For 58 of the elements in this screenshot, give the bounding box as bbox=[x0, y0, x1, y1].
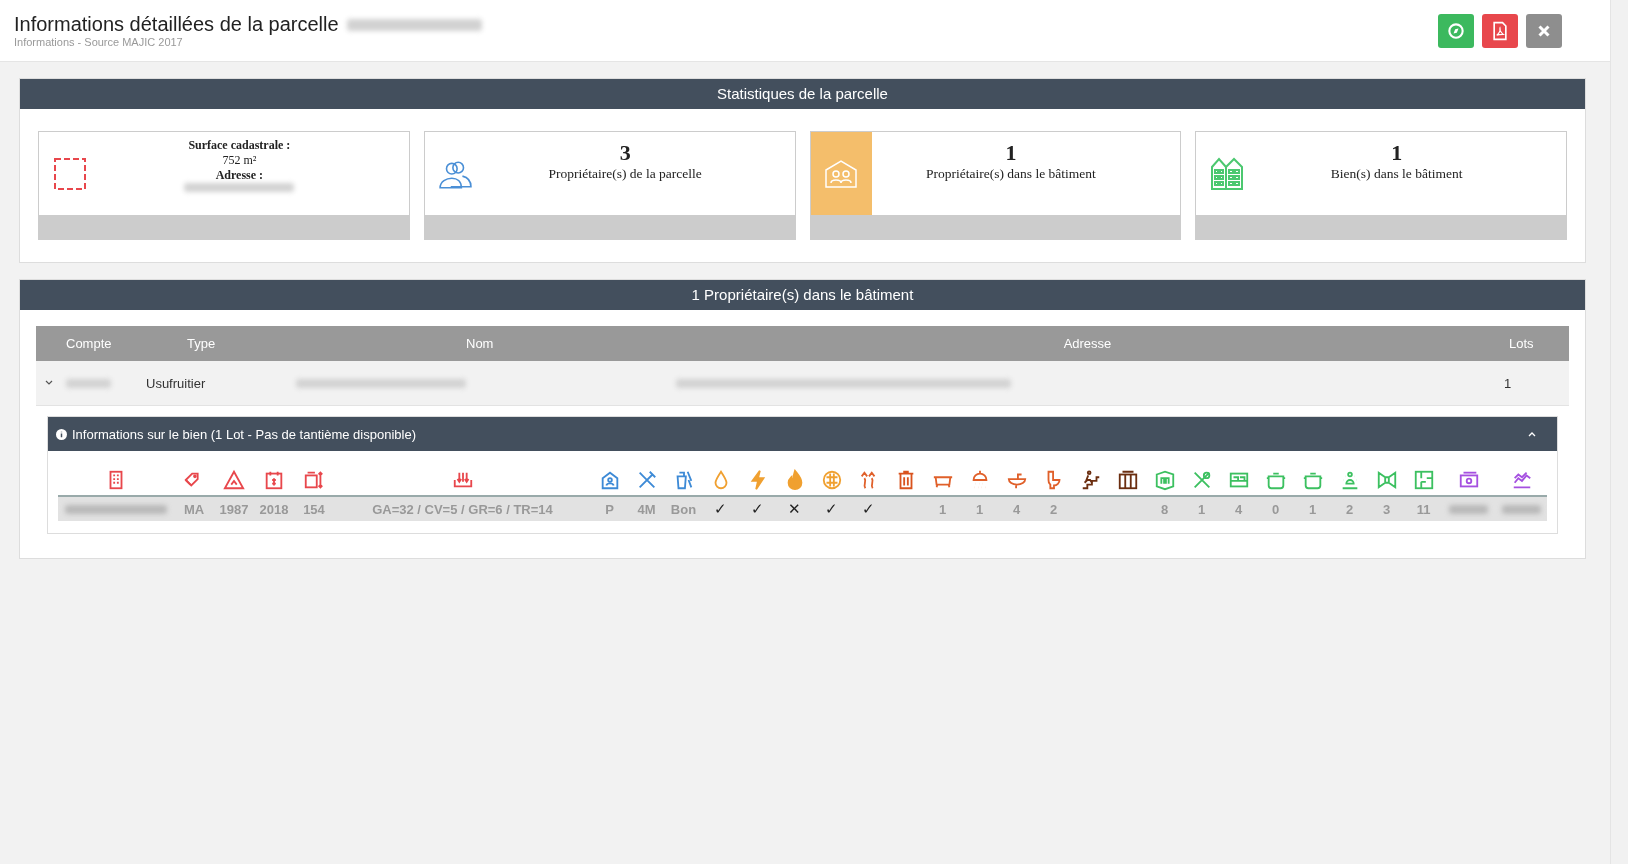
table-row[interactable]: Usufruitier 1 bbox=[36, 361, 1569, 406]
value-text: 154 bbox=[303, 501, 325, 517]
pdf-file-icon bbox=[1490, 20, 1510, 41]
value-text: P bbox=[605, 501, 614, 517]
pdf-button[interactable] bbox=[1482, 13, 1518, 48]
house-people-icon bbox=[824, 158, 858, 189]
value-text: 0 bbox=[1271, 501, 1280, 517]
close-button[interactable] bbox=[1526, 13, 1562, 48]
surface-value: 752 m² bbox=[222, 153, 257, 168]
page-subtitle: Informations - Source MAJIC 2017 bbox=[14, 36, 184, 48]
surface-label: Surface cadastrale : bbox=[188, 138, 291, 153]
mark-symbol: ✓ bbox=[862, 500, 875, 518]
column-header: Adresse bbox=[1062, 336, 1113, 351]
value-text: 3 bbox=[1382, 501, 1391, 517]
table-cell-text: Usufruitier bbox=[146, 375, 207, 391]
mark-symbol: ✓ bbox=[714, 500, 727, 518]
value-text: 2 bbox=[1049, 501, 1058, 517]
stat-count: 3 bbox=[619, 140, 631, 166]
value-text: 4 bbox=[1234, 501, 1243, 517]
stat-label: Propriétaire(s) de la parcelle bbox=[548, 166, 702, 182]
column-header: Compte bbox=[65, 336, 113, 351]
table-cell-text: 1 bbox=[1504, 375, 1513, 391]
value-text: 8 bbox=[1160, 501, 1169, 517]
compass-button[interactable] bbox=[1438, 13, 1474, 48]
column-header: Type bbox=[186, 336, 217, 351]
stat-label: Bien(s) dans le bâtiment bbox=[1330, 166, 1463, 182]
detail-heading: Informations sur le bien (1 Lot - Pas de tantième disponible) bbox=[72, 426, 417, 442]
value-text: 1 bbox=[938, 501, 947, 517]
compass-icon bbox=[1446, 20, 1466, 41]
panel-heading: 1 Propriétaire(s) dans le bâtiment bbox=[20, 280, 1585, 310]
blurred-text bbox=[66, 378, 111, 388]
mark-symbol: ✓ bbox=[825, 500, 838, 518]
value-text: MA bbox=[183, 501, 205, 517]
column-header: Lots bbox=[1509, 336, 1535, 351]
value-text: 11 bbox=[1416, 501, 1431, 517]
value-text: 1987 bbox=[219, 501, 249, 517]
mark-symbol: ✕ bbox=[788, 500, 801, 518]
info-icon bbox=[56, 428, 67, 440]
stat-count: 1 bbox=[1391, 140, 1403, 166]
blurred-text bbox=[1449, 504, 1488, 514]
detail-heading-bar[interactable]: Informations sur le bien (1 Lot - Pas de tantième disponible) bbox=[48, 417, 1557, 451]
value-text: 4 bbox=[1012, 501, 1021, 517]
value-text: 2018 bbox=[259, 501, 289, 517]
value-text: Bon bbox=[670, 501, 697, 517]
value-text: 4M bbox=[637, 501, 656, 517]
value-text: 1 bbox=[1308, 501, 1317, 517]
address-label: Adresse : bbox=[215, 168, 264, 183]
stat-count: 1 bbox=[1005, 140, 1017, 166]
page-title: Informations détaillées de la parcelle bbox=[14, 13, 339, 36]
value-text: 1 bbox=[1197, 501, 1206, 517]
value-text: GA=32 / CV=5 / GR=6 / TR=14 bbox=[372, 501, 553, 517]
value-text: 2 bbox=[1345, 501, 1354, 517]
stat-label: Propriétaire(s) dans le bâtiment bbox=[925, 166, 1096, 182]
column-header: Nom bbox=[466, 336, 495, 351]
value-text: 1 bbox=[975, 501, 984, 517]
blurred-text bbox=[1502, 504, 1541, 514]
mark-symbol: ✓ bbox=[751, 500, 764, 518]
panel-heading: Statistiques de la parcelle bbox=[20, 79, 1585, 109]
